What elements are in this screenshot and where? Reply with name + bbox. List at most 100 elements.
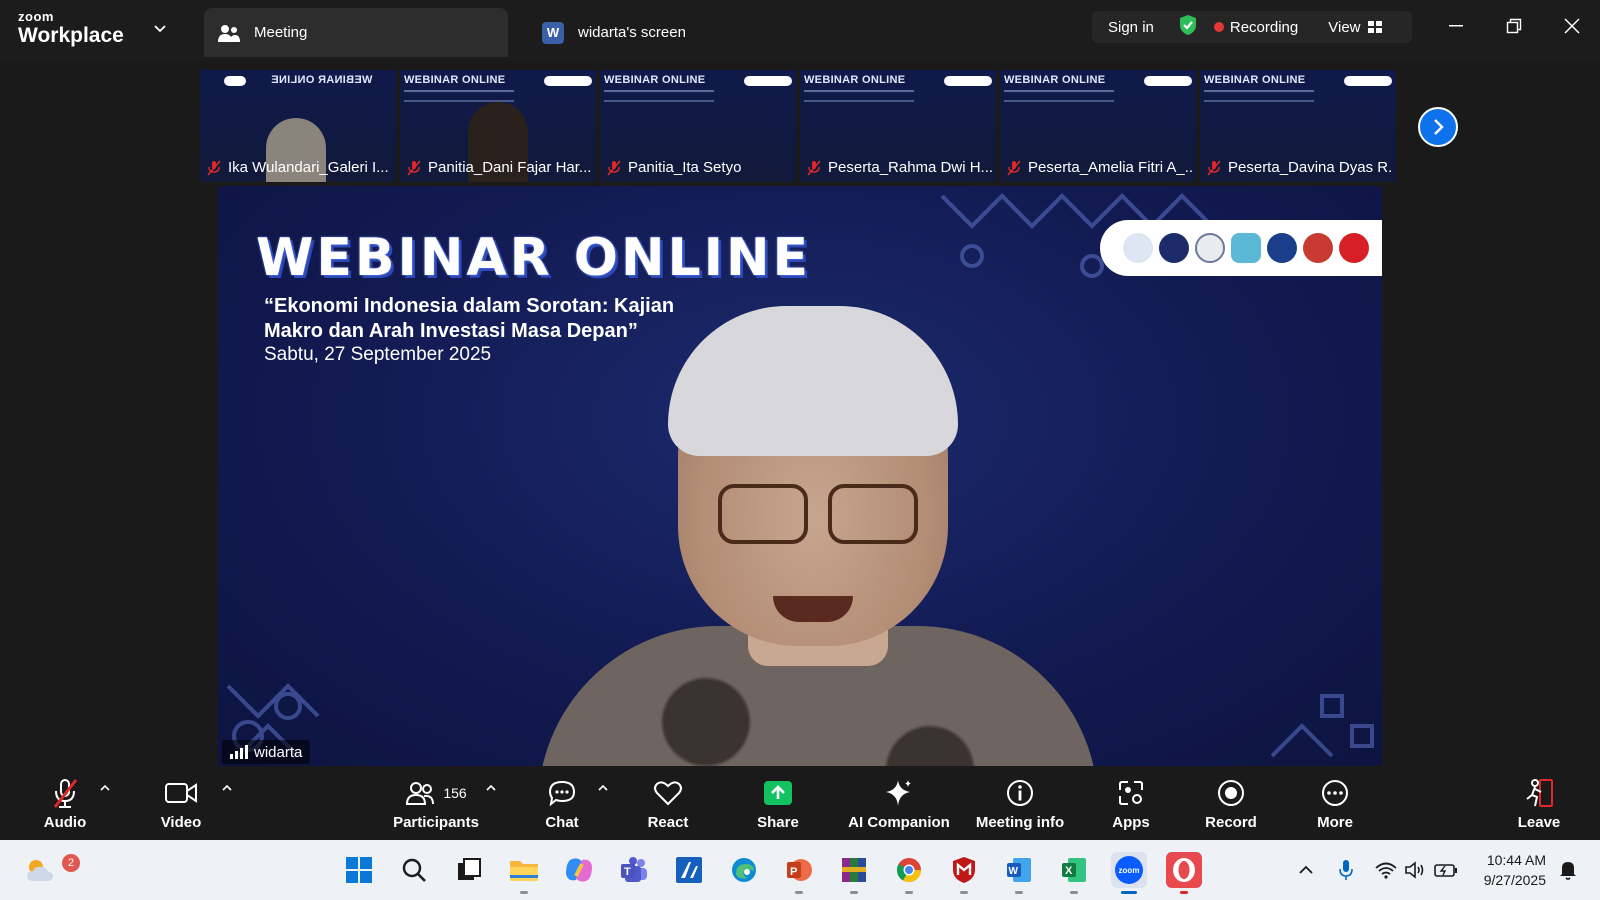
webinar-title: WEBINAR ONLINE	[256, 228, 812, 288]
windows-taskbar: 2 T P W X zoom 10:44 AM 9/27/2025	[0, 840, 1600, 900]
recording-label[interactable]: Recording	[1230, 19, 1298, 36]
system-clock[interactable]: 10:44 AM 9/27/2025	[1470, 850, 1546, 890]
record-label: Record	[1205, 814, 1257, 831]
main-video-stage[interactable]: WEBINAR ONLINE “Ekonomi Indonesia dalam …	[218, 186, 1382, 766]
powerpoint-icon[interactable]: P	[781, 852, 817, 894]
chat-bubble-icon	[547, 776, 577, 810]
leave-button[interactable]: Leave	[1504, 767, 1574, 840]
thumbnail-logo	[744, 76, 792, 86]
running-indicator	[795, 891, 803, 894]
speaker-video	[518, 296, 1118, 766]
opera-icon[interactable]	[1166, 852, 1202, 894]
apps-button[interactable]: Apps	[1096, 767, 1166, 840]
meeting-info-button[interactable]: Meeting info	[970, 767, 1070, 840]
record-icon	[1216, 776, 1246, 810]
next-page-button[interactable]	[1418, 107, 1458, 147]
chrome-icon[interactable]	[891, 852, 927, 894]
mcafee-icon[interactable]	[946, 852, 982, 894]
participant-thumbnail[interactable]: WEBINAR ONLINE Ika Wulandari_Galeri I...	[200, 70, 396, 182]
edge-icon[interactable]	[726, 852, 762, 888]
ai-companion-button[interactable]: AI Companion	[844, 767, 954, 840]
app-icon[interactable]	[671, 852, 707, 888]
running-indicator	[960, 891, 968, 894]
running-indicator	[520, 891, 528, 894]
participant-name: Panitia_Dani Fajar Har...	[428, 159, 592, 176]
sign-in-button[interactable]: Sign in	[1108, 19, 1154, 36]
meeting-status-controls: Sign in Recording View	[1092, 11, 1412, 43]
sponsor-logos	[1100, 220, 1382, 276]
tab-meeting[interactable]: Meeting	[204, 8, 508, 57]
svg-text:T: T	[624, 866, 631, 878]
batik-decoration	[1270, 694, 1374, 758]
chat-options-caret-icon[interactable]	[596, 781, 610, 795]
chat-button[interactable]: Chat	[528, 767, 596, 840]
file-explorer-icon[interactable]	[506, 852, 542, 894]
mic-muted-icon	[50, 776, 80, 810]
mic-muted-icon	[807, 159, 821, 176]
video-button[interactable]: Video	[146, 767, 216, 840]
search-icon[interactable]	[396, 852, 432, 888]
winrar-icon[interactable]	[836, 852, 872, 894]
tab-shared-screen[interactable]: W widarta's screen	[528, 8, 828, 57]
running-indicator	[1015, 891, 1023, 894]
battery-icon[interactable]	[1432, 858, 1460, 882]
chevron-right-icon	[1434, 119, 1444, 135]
participants-button[interactable]: 156 Participants	[376, 767, 496, 840]
view-button[interactable]: View	[1328, 19, 1382, 36]
word-icon[interactable]: W	[1001, 852, 1037, 894]
shield-check-icon[interactable]	[1178, 14, 1198, 40]
participant-thumbnail[interactable]: WEBINAR ONLINE Panitia_Dani Fajar Har...	[400, 70, 596, 182]
zoom-icon[interactable]: zoom	[1111, 852, 1147, 894]
participant-thumbnail[interactable]: WEBINAR ONLINE Peserta_Amelia Fitri A_..…	[1000, 70, 1196, 182]
minimize-button[interactable]	[1436, 10, 1476, 42]
word-badge: W	[542, 21, 564, 44]
participant-thumbnail[interactable]: WEBINAR ONLINE Peserta_Rahma Dwi H...	[800, 70, 996, 182]
participants-options-caret-icon[interactable]	[484, 781, 498, 795]
info-icon	[1005, 776, 1035, 810]
participant-name: Peserta_Davina Dyas R...	[1228, 159, 1392, 176]
audio-label: Audio	[43, 814, 87, 831]
participant-thumbnail[interactable]: WEBINAR ONLINE Panitia_Ita Setyo	[600, 70, 796, 182]
volume-icon[interactable]	[1402, 858, 1430, 882]
audio-button[interactable]: Audio	[30, 767, 100, 840]
apps-label: Apps	[1112, 814, 1150, 831]
participant-name-tag: Panitia_Dani Fajar Har...	[406, 159, 592, 176]
svg-text:X: X	[1065, 865, 1073, 877]
share-button[interactable]: Share	[744, 767, 812, 840]
copilot-icon[interactable]	[561, 852, 597, 888]
notification-bell-icon[interactable]	[1554, 858, 1582, 882]
running-indicator	[1180, 891, 1188, 894]
participant-thumbnail[interactable]: WEBINAR ONLINE Peserta_Davina Dyas R...	[1200, 70, 1396, 182]
brand-large: Workplace	[18, 24, 124, 47]
weather-widget[interactable]: 2	[22, 852, 80, 888]
thumbnail-subtitle	[404, 90, 514, 102]
task-view-icon[interactable]	[451, 852, 487, 888]
partner-logo	[1303, 233, 1333, 263]
running-indicator	[850, 891, 858, 894]
more-button[interactable]: More	[1300, 767, 1370, 840]
record-button[interactable]: Record	[1196, 767, 1266, 840]
speaker-glasses	[718, 484, 808, 544]
tab-shared-screen-label: widarta's screen	[578, 24, 686, 41]
teams-icon[interactable]: T	[616, 852, 652, 888]
meeting-toolbar: Audio Video 156 Participants Chat React …	[0, 767, 1600, 840]
title-bar: zoom Workplace Meeting W widarta's scree…	[0, 0, 1600, 60]
chevron-down-icon[interactable]	[150, 18, 170, 38]
clock-date: 9/27/2025	[1483, 872, 1546, 888]
react-button[interactable]: React	[634, 767, 702, 840]
thumbnail-subtitle	[1204, 90, 1314, 102]
start-icon[interactable]	[341, 852, 377, 888]
video-options-caret-icon[interactable]	[220, 781, 234, 795]
restore-button[interactable]	[1494, 10, 1534, 42]
excel-icon[interactable]: X	[1056, 852, 1092, 894]
audio-options-caret-icon[interactable]	[98, 781, 112, 795]
thumbnail-logo	[1344, 76, 1392, 86]
wifi-icon[interactable]	[1372, 858, 1400, 882]
close-button[interactable]	[1552, 10, 1592, 42]
chat-label: Chat	[545, 814, 579, 831]
mic-muted-icon	[407, 159, 421, 176]
notification-count-badge: 2	[62, 854, 80, 872]
chevron-up-icon[interactable]	[1292, 858, 1320, 882]
microphone-icon[interactable]	[1332, 858, 1360, 882]
participant-name: Ika Wulandari_Galeri I...	[228, 159, 389, 176]
